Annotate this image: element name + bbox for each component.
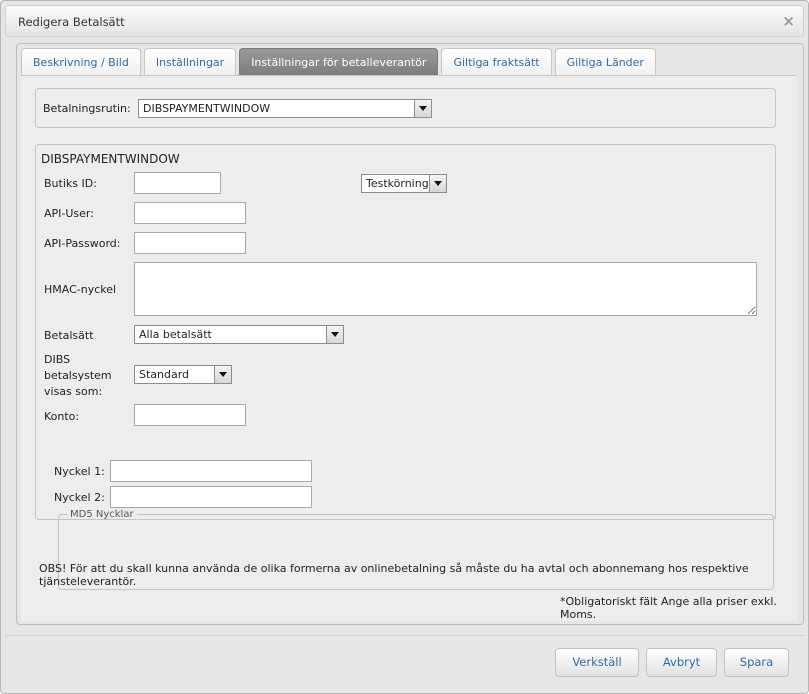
konto-label: Konto: [44,410,80,423]
required-footnote: *Obligatoriskt fält Ange alla priser exk… [560,595,777,621]
key2-input[interactable] [110,486,312,508]
chevron-down-icon [414,100,431,117]
routine-label: Betalningsrutin: [43,102,131,115]
apply-button[interactable]: Verkställ [555,648,639,677]
konto-input[interactable] [134,404,246,426]
routine-select-value: DIBSPAYMENTWINDOW [143,102,271,115]
butiks-id-input[interactable] [134,172,221,194]
testmode-select-value: Testkörning [366,177,429,190]
dibs-display-label-line: visas som: [44,385,103,398]
api-user-label: API-User: [44,207,94,220]
tab-provider-settings[interactable]: Inställningar för betalleverantör [239,48,439,75]
edit-payment-dialog: Redigera Betalsätt × Beskrivning / Bild … [0,0,809,694]
key1-label: Nyckel 1: [54,465,105,478]
section-heading: DIBSPAYMENTWINDOW [41,152,180,166]
dibs-display-label: DIBS betalsystem visas som: [44,352,112,400]
tab-bar: Beskrivning / Bild Inställningar Inställ… [21,48,656,76]
api-user-input[interactable] [134,202,246,224]
hmac-label: HMAC-nyckel [44,283,117,296]
md5-legend: MD5 Nycklar [70,509,134,520]
api-password-input[interactable] [134,232,246,254]
dibs-display-select[interactable]: Standard [134,365,232,384]
key1-input[interactable] [110,460,312,482]
close-icon[interactable]: × [782,12,795,30]
key2-label: Nyckel 2: [54,491,105,504]
tab-content: Betalningsrutin: DIBSPAYMENTWINDOW DIBSP… [21,75,797,621]
betalsatt-label: Betalsätt [44,329,94,342]
footer-divider [5,635,804,636]
butiks-id-label: Butiks ID: [44,177,97,190]
tab-shipping-methods[interactable]: Giltiga fraktsätt [441,48,552,75]
title-bar[interactable]: Redigera Betalsätt × [5,5,804,37]
tab-description-image[interactable]: Beskrivning / Bild [21,48,141,75]
provider-section: DIBSPAYMENTWINDOW Butiks ID: Testkörning… [35,144,776,590]
dibs-display-label-line: betalsystem [44,369,112,382]
routine-box: Betalningsrutin: DIBSPAYMENTWINDOW [35,88,776,128]
chevron-down-icon [326,326,343,343]
notice-text: OBS! För att du skall kunna använda de o… [39,562,749,588]
tab-settings[interactable]: Inställningar [143,48,237,75]
dibs-display-label-line: DIBS [44,353,71,366]
cancel-button[interactable]: Avbryt [646,648,717,677]
chevron-down-icon [429,175,446,192]
chevron-down-icon [214,366,231,383]
api-password-label: API-Password: [44,237,121,250]
dialog-title: Redigera Betalsätt [18,15,125,29]
tab-countries[interactable]: Giltiga Länder [554,48,656,75]
save-button[interactable]: Spara [724,648,789,677]
hmac-textarea[interactable] [134,262,757,316]
routine-select[interactable]: DIBSPAYMENTWINDOW [138,99,432,118]
betalsatt-select[interactable]: Alla betalsätt [134,325,344,344]
betalsatt-select-value: Alla betalsätt [139,328,212,341]
testmode-select[interactable]: Testkörning [361,174,447,193]
dibs-display-select-value: Standard [139,368,190,381]
